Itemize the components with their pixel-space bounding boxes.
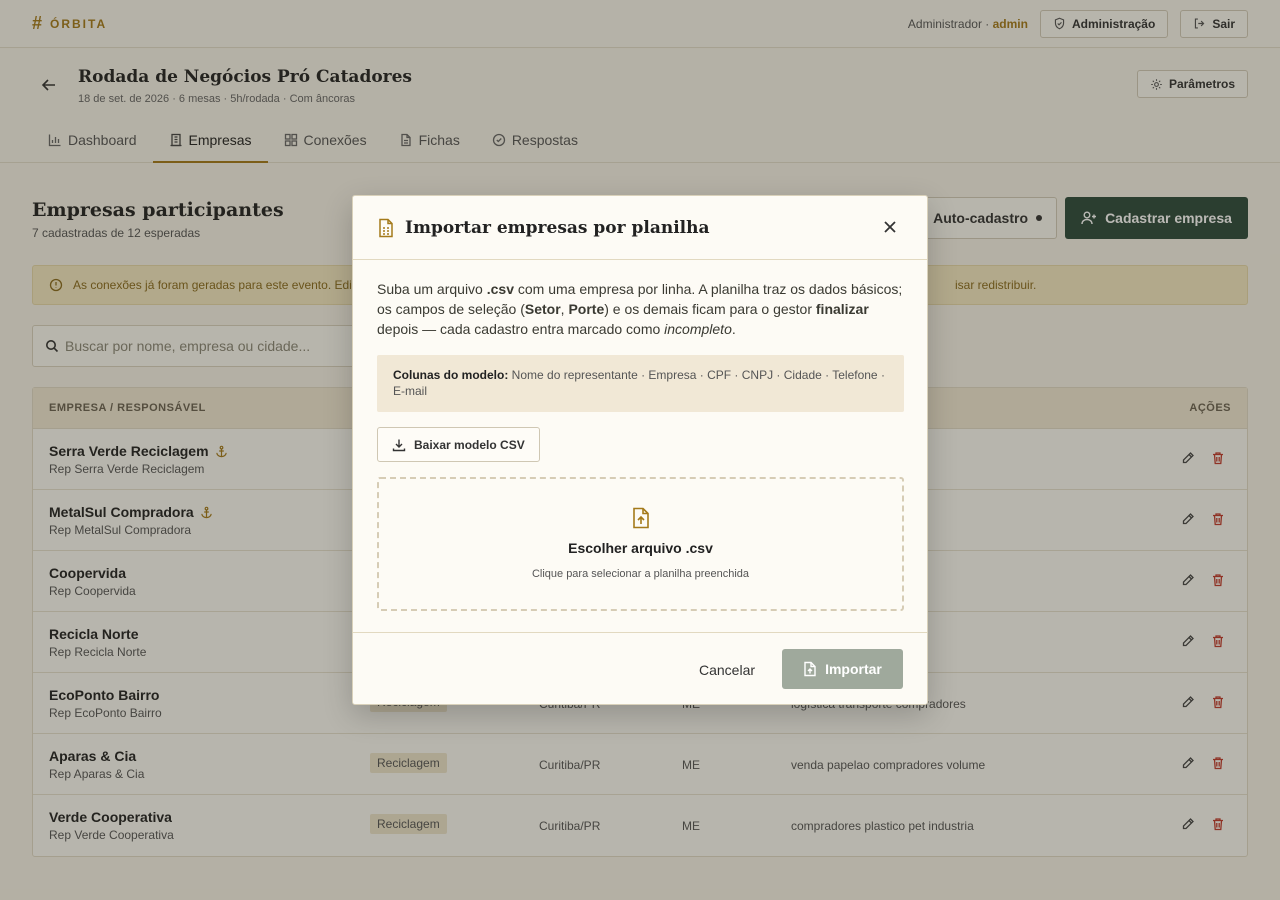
file-upload-icon bbox=[633, 507, 649, 529]
modal-title: Importar empresas por planilha bbox=[405, 217, 710, 238]
file-dropzone[interactable]: Escolher arquivo .csv Clique para seleci… bbox=[377, 477, 904, 611]
dropzone-title: Escolher arquivo .csv bbox=[568, 540, 713, 556]
download-icon bbox=[392, 439, 406, 451]
spreadsheet-icon bbox=[379, 218, 393, 237]
dropzone-subtitle: Clique para selecionar a planilha preenc… bbox=[531, 568, 750, 580]
close-icon[interactable] bbox=[883, 220, 897, 234]
cancel-button[interactable]: Cancelar bbox=[699, 662, 755, 678]
modal-description: Suba um arquivo .csv com uma empresa por… bbox=[377, 281, 903, 337]
import-button[interactable]: Importar bbox=[782, 649, 903, 689]
download-template-button[interactable]: Baixar modelo CSV bbox=[377, 427, 540, 462]
modal-footer: Cancelar Importar bbox=[353, 632, 927, 704]
modal-header: Importar empresas por planilha bbox=[353, 196, 927, 260]
file-import-icon bbox=[804, 661, 816, 677]
import-modal: Importar empresas por planilha Suba um a… bbox=[352, 195, 928, 705]
template-columns: Colunas do modelo: Nome do representante… bbox=[377, 355, 904, 412]
